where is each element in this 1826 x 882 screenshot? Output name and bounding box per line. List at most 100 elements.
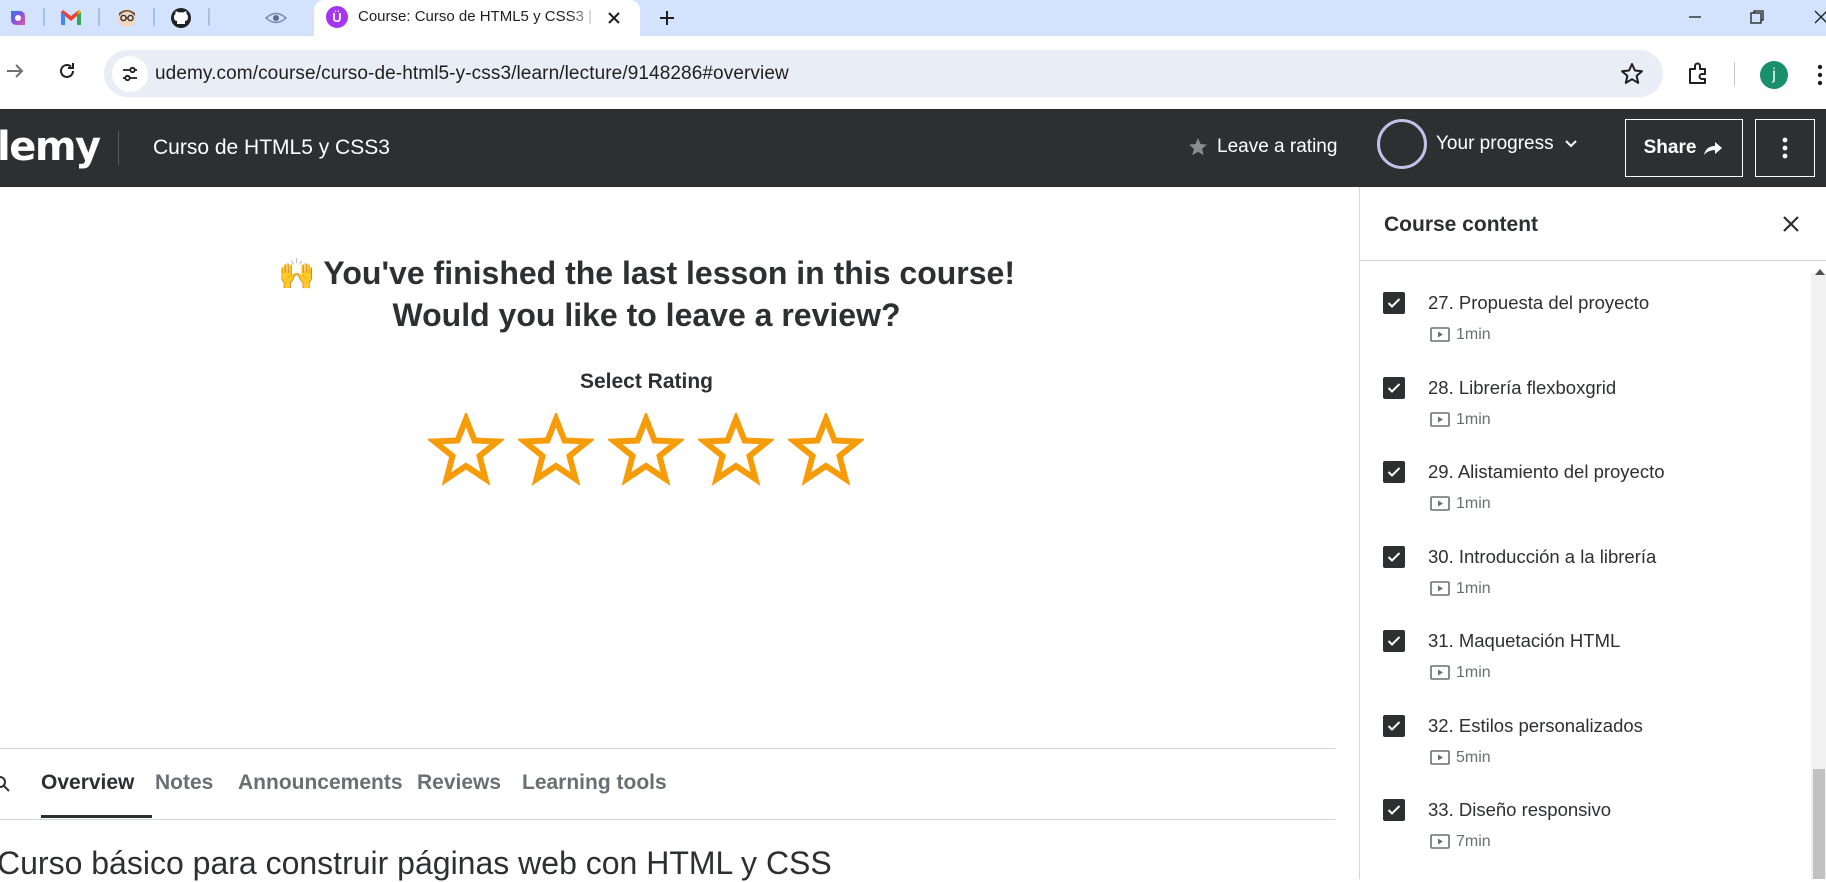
site-info-button[interactable]: [112, 56, 148, 92]
tab-announcements[interactable]: Announcements: [238, 771, 403, 795]
tab-separator: [43, 8, 45, 26]
tab-notes[interactable]: Notes: [155, 771, 213, 795]
lecture-duration: 1min: [1456, 579, 1491, 597]
leave-rating-button[interactable]: Leave a rating: [1187, 136, 1337, 158]
video-play-icon: [1430, 665, 1450, 680]
omnibox[interactable]: udemy.com/course/curso-de-html5-y-css3/l…: [104, 50, 1663, 97]
lecture-title: 32. Estilos personalizados: [1428, 714, 1643, 736]
chevron-down-icon: [1564, 140, 1577, 148]
extensions-icon[interactable]: [1684, 60, 1712, 88]
select-rating-label: Select Rating: [579, 370, 714, 393]
lecture-item[interactable]: 30. Introducción a la librería 1min: [1360, 535, 1810, 619]
progress-ring[interactable]: [1377, 119, 1427, 169]
review-line-1: You've finished the last lesson in this …: [323, 255, 1015, 291]
lecture-item[interactable]: 32. Estilos personalizados 5min: [1360, 704, 1810, 788]
active-browser-tab[interactable]: Ü Course: Curso de HTML5 y CSS3 | Udemy: [314, 0, 640, 36]
lecture-title: 29. Alistamiento del proyecto: [1428, 461, 1665, 482]
avatar-glasses-icon[interactable]: [112, 3, 142, 33]
checkmark-icon: [1387, 551, 1401, 562]
completed-checkbox[interactable]: [1383, 630, 1405, 652]
completed-checkbox[interactable]: [1383, 714, 1405, 737]
share-button[interactable]: Share: [1625, 119, 1743, 177]
lecture-duration: 1min: [1456, 495, 1491, 512]
lecture-title: 31. Maquetación HTML: [1428, 630, 1621, 651]
close-icon[interactable]: [604, 8, 624, 28]
lecture-item[interactable]: 27. Propuesta del proyecto 1min: [1360, 281, 1810, 365]
rating-star-2[interactable]: [518, 413, 594, 489]
close-sidebar-icon[interactable]: [1780, 213, 1802, 235]
tab-reviews[interactable]: Reviews: [417, 771, 501, 795]
header-divider: [118, 131, 119, 165]
rating-stars: [428, 413, 864, 489]
rating-star-5[interactable]: [788, 413, 864, 489]
tab-title: Course: Curso de HTML5 y CSS3 | Udemy: [358, 8, 598, 25]
completed-checkbox[interactable]: [1383, 292, 1405, 314]
window-close-icon[interactable]: [1810, 6, 1826, 28]
lecture-item[interactable]: 28. Librería flexboxgrid 1min: [1360, 366, 1810, 450]
eye-icon[interactable]: [261, 3, 291, 33]
star-icon: [1189, 138, 1207, 156]
more-vertical-icon: [1782, 137, 1788, 159]
lecture-item[interactable]: 33. Diseño responsivo 7min: [1360, 788, 1810, 872]
completed-checkbox[interactable]: [1383, 461, 1405, 483]
copilot-icon[interactable]: [3, 3, 33, 33]
more-options-button[interactable]: [1755, 119, 1815, 177]
arrow-right-icon: [7, 64, 24, 78]
scrollbar-thumb[interactable]: [1813, 769, 1825, 879]
github-icon[interactable]: [166, 3, 196, 33]
lecture-title: 33. Diseño responsivo: [1428, 799, 1612, 820]
rating-star-1[interactable]: [428, 413, 504, 489]
tab-separator: [98, 8, 100, 26]
profile-avatar[interactable]: j: [1760, 61, 1788, 89]
lecture-meta: 1min: [1430, 580, 1491, 598]
course-title-link[interactable]: Curso de HTML5 y CSS3: [153, 136, 390, 160]
tab-learning-tools[interactable]: Learning tools: [522, 771, 667, 795]
lecture-item[interactable]: 31. Maquetación HTML 1min: [1360, 619, 1810, 703]
video-play-icon: [1430, 834, 1450, 849]
video-play-icon: [1430, 749, 1450, 765]
new-tab-icon[interactable]: [654, 5, 680, 31]
rating-star-3[interactable]: [608, 413, 684, 489]
sidebar-title: Course content: [1384, 213, 1539, 236]
checkmark-icon: [1387, 720, 1401, 731]
course-description: Curso básico para construir páginas web …: [0, 845, 832, 881]
minimize-icon[interactable]: [1684, 6, 1706, 28]
tab-overview[interactable]: Overview: [41, 771, 134, 795]
search-icon[interactable]: [0, 775, 12, 793]
checkmark-icon: [1387, 805, 1401, 815]
reload-button[interactable]: [52, 56, 82, 86]
completed-checkbox[interactable]: [1383, 376, 1405, 399]
tab-separator: [208, 8, 210, 26]
video-play-icon: [1430, 327, 1450, 342]
udemy-logo[interactable]: lemy: [0, 124, 101, 170]
scroll-up-arrow[interactable]: [1815, 269, 1825, 275]
tune-icon: [123, 66, 137, 82]
review-prompt-heading: 🙌 You've finished the last lesson in this…: [0, 253, 1293, 335]
lecture-duration: 1min: [1456, 664, 1491, 681]
lecture-title: 28. Librería flexboxgrid: [1428, 376, 1617, 398]
video-play-icon: [1430, 580, 1450, 596]
chrome-menu-icon[interactable]: [1814, 62, 1826, 88]
video-play-icon: [1430, 496, 1450, 511]
lecture-duration: 1min: [1456, 326, 1491, 343]
active-tab-underline: [41, 815, 152, 818]
url-text[interactable]: udemy.com/course/curso-de-html5-y-css3/l…: [155, 63, 789, 85]
toolbar-separator: [1734, 62, 1735, 86]
lecture-meta: 1min: [1430, 495, 1491, 513]
sidebar-header: Course content: [1360, 187, 1826, 261]
your-progress-button[interactable]: Your progress: [1436, 133, 1578, 155]
rating-star-4[interactable]: [698, 413, 774, 489]
completed-checkbox[interactable]: [1383, 799, 1405, 821]
lecture-item[interactable]: 29. Alistamiento del proyecto 1min: [1360, 450, 1810, 534]
review-line-2: Would you like to leave a review?: [392, 297, 901, 333]
completed-checkbox[interactable]: [1383, 545, 1405, 568]
gmail-icon[interactable]: [56, 3, 86, 33]
bookmark-star-icon[interactable]: [1619, 61, 1645, 87]
share-label: Share: [1643, 137, 1697, 158]
course-header: lemy Curso de HTML5 y CSS3 Leave a ratin…: [0, 109, 1826, 187]
lecture-meta: 1min: [1430, 326, 1491, 344]
course-content-sidebar: Course content 27. Propuesta del proyect…: [1359, 187, 1826, 879]
restore-icon[interactable]: [1746, 6, 1768, 28]
checkmark-icon: [1387, 467, 1401, 477]
forward-button[interactable]: [0, 56, 30, 86]
